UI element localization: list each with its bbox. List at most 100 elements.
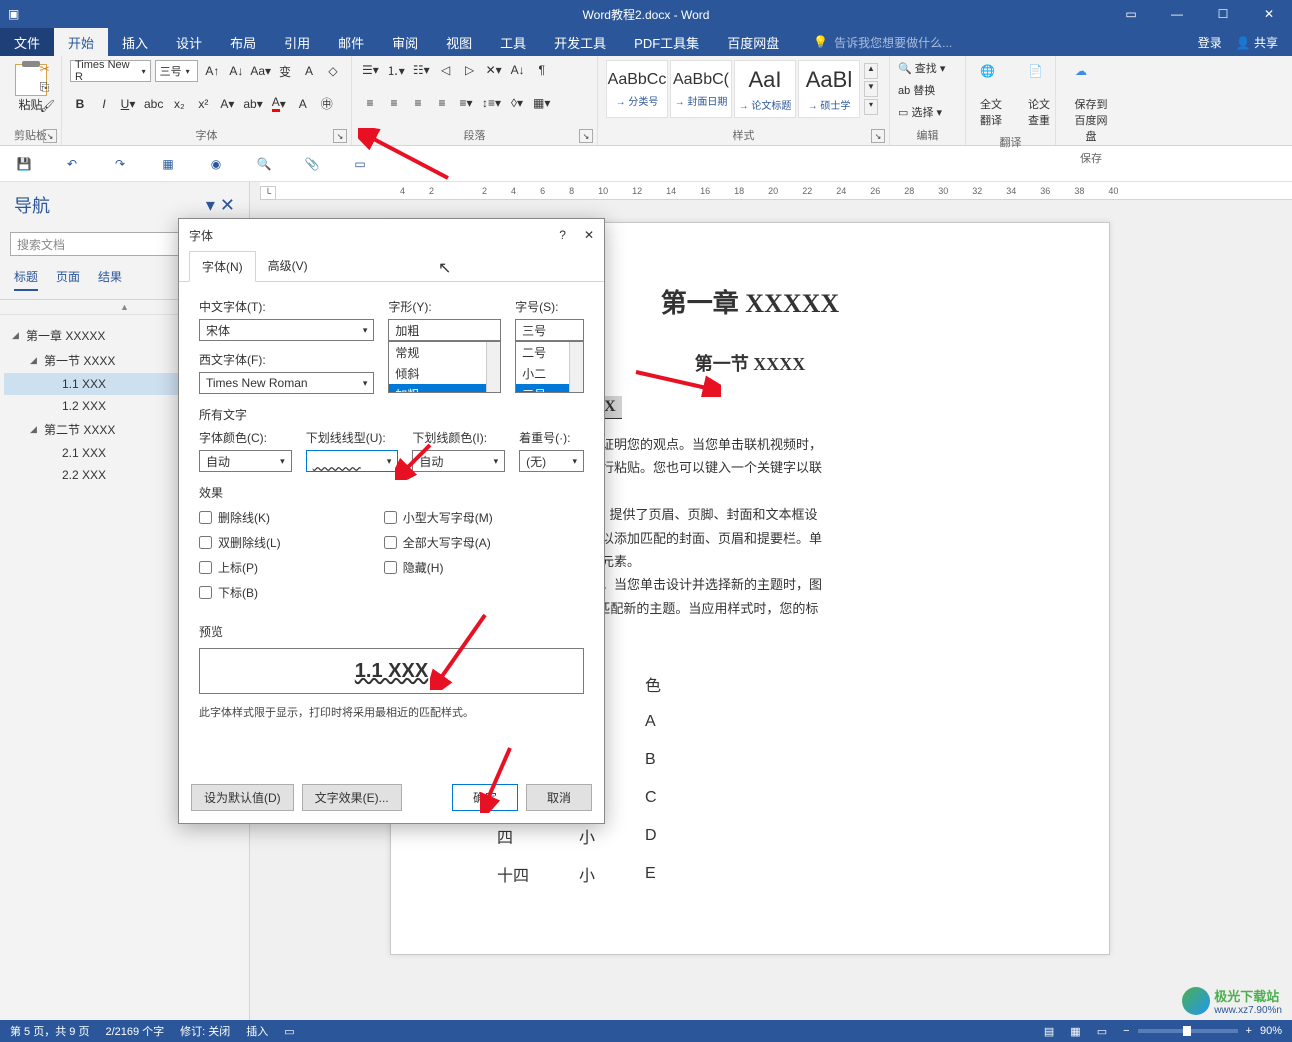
styles-launcher[interactable]: ↘ xyxy=(871,129,885,143)
maximize-icon[interactable]: ☐ xyxy=(1200,0,1246,28)
ok-button[interactable]: 确定 xyxy=(452,784,518,811)
status-track[interactable]: 修订: 关闭 xyxy=(180,1023,230,1039)
tab-view[interactable]: 视图 xyxy=(432,28,486,56)
superscript-icon[interactable]: x² xyxy=(193,94,213,114)
zoom-level[interactable]: 90% xyxy=(1260,1025,1282,1037)
align-right-icon[interactable]: ≡ xyxy=(408,93,428,113)
zoom-in-icon[interactable]: + xyxy=(1246,1025,1252,1037)
text-effects-button[interactable]: 文字效果(E)... xyxy=(302,784,402,811)
emphasis-combo[interactable]: (无)▾ xyxy=(519,450,584,472)
numbering-icon[interactable]: ⒈▾ xyxy=(385,60,407,80)
asian-layout-icon[interactable]: ✕▾ xyxy=(484,60,504,80)
tab-review[interactable]: 审阅 xyxy=(378,28,432,56)
subscript-checkbox[interactable]: 下标(B) xyxy=(199,584,384,601)
tab-references[interactable]: 引用 xyxy=(270,28,324,56)
tab-home[interactable]: 开始 xyxy=(54,28,108,56)
highlight-icon[interactable]: ab▾ xyxy=(241,94,264,114)
borders-icon[interactable]: ▦▾ xyxy=(531,93,552,113)
align-left-icon[interactable]: ≡ xyxy=(360,93,380,113)
strike-checkbox[interactable]: 删除线(K) xyxy=(199,509,384,526)
tab-devtools[interactable]: 开发工具 xyxy=(540,28,620,56)
allcaps-checkbox[interactable]: 全部大写字母(A) xyxy=(384,534,569,551)
cut-icon[interactable]: ✂ xyxy=(40,62,55,76)
format-painter-icon[interactable]: 🖌 xyxy=(40,99,55,113)
underline-style-combo[interactable]: ▾ xyxy=(306,450,399,472)
increase-indent-icon[interactable]: ▷ xyxy=(460,60,480,80)
login-link[interactable]: 登录 xyxy=(1198,34,1222,51)
select-button[interactable]: ▭ 选择 ▾ xyxy=(898,104,957,120)
shading-icon[interactable]: ◊▾ xyxy=(507,93,527,113)
share-button[interactable]: 👤 共享 xyxy=(1236,34,1278,51)
set-default-button[interactable]: 设为默认值(D) xyxy=(191,784,294,811)
qat-save-icon[interactable]: 💾 xyxy=(14,154,34,174)
font-size-combo[interactable]: 三号▾ xyxy=(155,60,199,82)
view-read-icon[interactable]: ▤ xyxy=(1044,1025,1054,1038)
change-case-icon[interactable]: Aa▾ xyxy=(250,61,271,81)
grow-font-icon[interactable]: A↑ xyxy=(202,61,222,81)
replace-button[interactable]: ab 替换 xyxy=(898,82,957,98)
multilevel-icon[interactable]: ☷▾ xyxy=(411,60,432,80)
nav-tab-headings[interactable]: 标题 xyxy=(14,268,38,291)
italic-icon[interactable]: I xyxy=(94,94,114,114)
dialog-close-icon[interactable]: ✕ xyxy=(584,228,594,242)
fulltext-translate-button[interactable]: 🌐全文翻译 xyxy=(974,60,1018,132)
show-marks-icon[interactable]: ¶ xyxy=(532,60,552,80)
decrease-indent-icon[interactable]: ◁ xyxy=(436,60,456,80)
tab-pdf[interactable]: PDF工具集 xyxy=(620,28,713,56)
copy-icon[interactable]: ⎘ xyxy=(40,80,55,95)
style-item-3[interactable]: AaI→ 论文标题 xyxy=(734,60,796,118)
qat-undo-icon[interactable]: ↶ xyxy=(62,154,82,174)
superscript-checkbox[interactable]: 上标(P) xyxy=(199,559,384,576)
nav-close-icon[interactable]: ▾ ✕ xyxy=(206,195,235,216)
text-effects-icon[interactable]: A▾ xyxy=(217,94,237,114)
minimize-icon[interactable]: — xyxy=(1154,0,1200,28)
qat-btn-6[interactable]: 🔍 xyxy=(254,154,274,174)
status-page[interactable]: 第 5 页，共 9 页 xyxy=(10,1023,89,1039)
qat-btn-5[interactable]: ◉ xyxy=(206,154,226,174)
tab-layout[interactable]: 布局 xyxy=(216,28,270,56)
phonetic-icon[interactable]: 变 xyxy=(275,61,295,81)
clipboard-launcher[interactable]: ↘ xyxy=(43,129,57,143)
nav-tab-pages[interactable]: 页面 xyxy=(56,268,80,291)
font-size-input[interactable]: 三号 xyxy=(515,319,584,341)
justify-icon[interactable]: ≡ xyxy=(432,93,452,113)
style-item-4[interactable]: AaBl→ 硕士学 xyxy=(798,60,860,118)
cn-font-combo[interactable]: 宋体▾ xyxy=(199,319,374,341)
font-launcher[interactable]: ↘ xyxy=(333,129,347,143)
dialog-tab-advanced[interactable]: 高级(V) xyxy=(256,251,320,281)
ribbon-options-icon[interactable]: ▭ xyxy=(1108,0,1154,28)
font-color-icon[interactable]: A▾ xyxy=(269,94,289,114)
font-color-combo[interactable]: 自动▾ xyxy=(199,450,292,472)
dialog-tab-font[interactable]: 字体(N) xyxy=(189,251,256,282)
en-font-combo[interactable]: Times New Roman▾ xyxy=(199,372,374,394)
tab-design[interactable]: 设计 xyxy=(162,28,216,56)
styles-scroll-down[interactable]: ▼ xyxy=(864,81,878,97)
subscript-icon[interactable]: x₂ xyxy=(169,94,189,114)
dialog-help-icon[interactable]: ? xyxy=(559,228,566,242)
smallcaps-checkbox[interactable]: 小型大写字母(M) xyxy=(384,509,569,526)
tab-mailings[interactable]: 邮件 xyxy=(324,28,378,56)
view-web-icon[interactable]: ▭ xyxy=(1097,1025,1107,1038)
distribute-icon[interactable]: ≡▾ xyxy=(456,93,476,113)
line-spacing-icon[interactable]: ↕≡▾ xyxy=(480,93,503,113)
view-print-icon[interactable]: ▦ xyxy=(1070,1025,1080,1038)
qat-redo-icon[interactable]: ↷ xyxy=(110,154,130,174)
qat-btn-4[interactable]: ▦ xyxy=(158,154,178,174)
hidden-checkbox[interactable]: 隐藏(H) xyxy=(384,559,569,576)
tell-me-search[interactable]: 💡 告诉我您想要做什么... xyxy=(793,28,1197,56)
tab-tools[interactable]: 工具 xyxy=(486,28,540,56)
qat-btn-7[interactable]: 📎 xyxy=(302,154,322,174)
paragraph-launcher[interactable]: ↘ xyxy=(579,129,593,143)
font-size-list[interactable]: 二号 小二 三号 xyxy=(515,341,584,393)
dstrike-checkbox[interactable]: 双删除线(L) xyxy=(199,534,384,551)
tab-baidu[interactable]: 百度网盘 xyxy=(713,28,793,56)
font-style-list[interactable]: 常规 倾斜 加粗 xyxy=(388,341,501,393)
styles-expand[interactable]: ▾ xyxy=(864,99,878,115)
find-button[interactable]: 🔍 查找 ▾ xyxy=(898,60,957,76)
font-style-input[interactable]: 加粗 xyxy=(388,319,501,341)
align-center-icon[interactable]: ≡ xyxy=(384,93,404,113)
style-item-2[interactable]: AaBbC(→ 封面日期 xyxy=(670,60,732,118)
bold-icon[interactable]: B xyxy=(70,94,90,114)
sort-icon[interactable]: A↓ xyxy=(508,60,528,80)
enclose-char-icon[interactable]: ㊥ xyxy=(317,94,337,114)
